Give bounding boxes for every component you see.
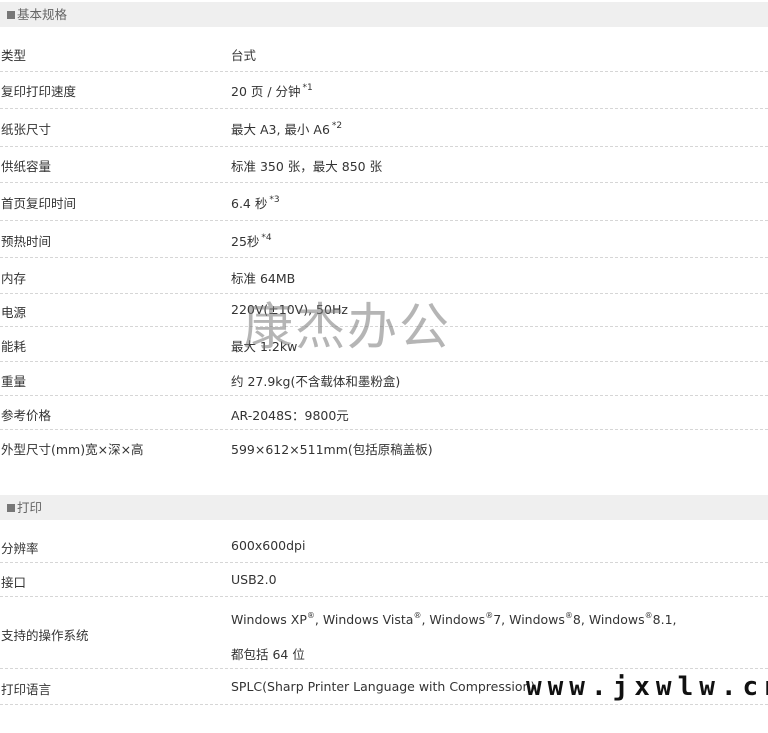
spec-row-supported-os: 支持的操作系统 Windows XP®, Windows Vista®, Win… [0, 597, 768, 669]
spec-value-wrap: 25秒 *4 [231, 231, 272, 250]
section-header-print: 打印 [0, 495, 768, 520]
watermark-corner: www.jxwlw.cn [526, 672, 768, 702]
spec-row-warmup-time: 预热时间 25秒 *4 [0, 221, 768, 258]
os-item: Windows [509, 612, 565, 627]
spec-row-reference-price: 参考价格 AR-2048S：9800元 [0, 396, 768, 430]
spec-value-wrap: 最大 A3, 最小 A6 *2 [231, 119, 342, 138]
spec-label: 打印语言 [1, 682, 52, 697]
spec-row-first-copy-time: 首页复印时间 6.4 秒 *3 [0, 183, 768, 221]
footnote-mark: *4 [261, 233, 272, 243]
spec-label: 支持的操作系统 [1, 628, 89, 643]
spec-row-paper-size: 纸张尺寸 最大 A3, 最小 A6 *2 [0, 109, 768, 147]
spec-label: 重量 [1, 374, 27, 389]
spec-value: 600x600dpi [231, 538, 306, 553]
registered-mark: ® [564, 611, 573, 620]
spec-row-paper-capacity: 供纸容量 标准 350 张，最大 850 张 [0, 147, 768, 183]
spec-value: 标准 350 张，最大 850 张 [231, 159, 383, 174]
spec-value: 标准 64MB [231, 271, 296, 286]
os-item: Windows XP [231, 612, 307, 627]
spec-label: 电源 [1, 305, 27, 320]
spec-row-copy-speed: 复印打印速度 20 页 / 分钟 *1 [0, 72, 768, 109]
footnote-mark: *3 [269, 195, 280, 205]
spec-value: 6.4 秒 [231, 196, 268, 211]
spec-value: 约 27.9kg(不含载体和墨粉盒) [231, 374, 401, 389]
spec-row-type: 类型 台式 [0, 37, 768, 72]
spec-label: 纸张尺寸 [1, 122, 52, 137]
spec-value: 20 页 / 分钟 [231, 84, 301, 99]
spec-label: 参考价格 [1, 408, 52, 423]
spec-label: 预热时间 [1, 234, 52, 249]
spec-value: SPLC(Sharp Printer Language with Compres… [231, 679, 536, 694]
os-item: Windows [588, 612, 645, 627]
spec-value: 台式 [231, 48, 257, 63]
section-title: 打印 [17, 500, 43, 515]
spec-label: 外型尺寸(mm)宽×深×高 [1, 442, 144, 457]
spec-label: 类型 [1, 48, 27, 63]
registered-mark: ® [644, 611, 653, 620]
spec-value: 最大 A3, 最小 A6 [231, 122, 330, 137]
spec-row-dimensions: 外型尺寸(mm)宽×深×高 599×612×511mm(包括原稿盖板) [0, 430, 768, 464]
os-version: 7 [493, 612, 502, 627]
spec-value: 25秒 [231, 234, 260, 249]
spec-value: AR-2048S：9800元 [231, 408, 349, 423]
spec-label: 复印打印速度 [1, 84, 77, 99]
square-bullet-icon [7, 11, 15, 19]
spec-label: 接口 [1, 575, 27, 590]
spec-value-wrap: 6.4 秒 *3 [231, 193, 280, 212]
section-header-basic-specs: 基本规格 [0, 2, 768, 27]
os-note: 都包括 64 位 [231, 647, 305, 662]
spec-label: 内存 [1, 271, 27, 286]
spec-value: USB2.0 [231, 572, 277, 587]
spec-row-resolution: 分辨率 600x600dpi [0, 529, 768, 563]
spec-label: 分辨率 [1, 541, 39, 556]
spec-row-weight: 重量 约 27.9kg(不含载体和墨粉盒) [0, 362, 768, 396]
spec-value: 599×612×511mm(包括原稿盖板) [231, 442, 433, 457]
registered-mark: ® [485, 611, 494, 620]
footnote-mark: *2 [331, 121, 343, 131]
registered-mark: ® [413, 611, 422, 620]
os-item: Windows Vista [322, 612, 414, 627]
footnote-mark: *1 [302, 83, 313, 93]
os-version: 8.1 [652, 612, 673, 627]
square-bullet-icon [7, 504, 15, 512]
watermark-center: 康杰办公 [243, 298, 451, 356]
spec-label: 首页复印时间 [1, 196, 77, 211]
os-item: Windows [429, 612, 486, 627]
section-title: 基本规格 [17, 7, 68, 22]
os-list: Windows XP®, Windows Vista®, Windows®7, … [231, 611, 677, 627]
os-version: 8 [572, 612, 581, 627]
spec-label: 供纸容量 [1, 159, 52, 174]
registered-mark: ® [306, 611, 315, 620]
spec-label: 能耗 [1, 339, 27, 354]
spec-value-wrap: 20 页 / 分钟 *1 [231, 81, 313, 100]
spec-row-interface: 接口 USB2.0 [0, 563, 768, 597]
